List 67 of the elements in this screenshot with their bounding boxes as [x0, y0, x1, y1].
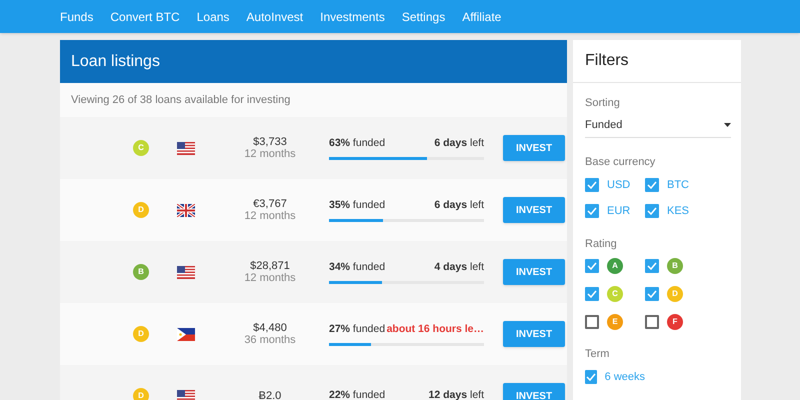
invest-button[interactable]: INVEST — [503, 135, 565, 161]
option-label: 6 weeks — [604, 370, 645, 384]
rating-badge: D — [133, 326, 149, 342]
checkbox[interactable] — [645, 315, 659, 329]
loan-term: 12 months — [244, 272, 296, 284]
checkbox[interactable] — [645, 259, 659, 273]
section-label: Base currency — [585, 155, 656, 170]
option-label: KES — [667, 204, 690, 219]
nav-link[interactable]: Investments — [320, 8, 385, 26]
rating-badge: D — [133, 202, 149, 218]
time-left-text: 6 days left — [434, 136, 484, 151]
nav-link[interactable]: Convert BTC — [110, 8, 180, 26]
nav-link[interactable]: Affiliate — [462, 8, 502, 26]
rating-badge: D — [667, 286, 683, 302]
rating-badge: A — [607, 258, 623, 274]
rating-badge: C — [133, 140, 149, 156]
time-left-text: 6 days left — [434, 198, 484, 213]
funded-text: 35% funded — [329, 198, 386, 213]
loan-term: 12 months — [244, 148, 296, 160]
checkbox[interactable] — [645, 287, 659, 301]
time-left-text: 12 days left — [428, 388, 484, 400]
section-label: Sorting — [585, 96, 621, 111]
rating-badge: E — [607, 314, 623, 330]
checkbox[interactable] — [585, 259, 599, 273]
loan-amount: $3,733 — [253, 136, 287, 148]
sort-dropdown[interactable]: Funded — [585, 116, 731, 138]
section-label: Rating — [585, 236, 618, 252]
time-left-text: 4 days left — [434, 260, 484, 275]
loan-amount: Ƀ2.0 — [258, 390, 282, 400]
section-label: Term — [585, 347, 610, 362]
checkbox[interactable] — [585, 315, 599, 329]
invest-button[interactable]: INVEST — [503, 259, 565, 285]
option-label: EUR — [607, 204, 630, 219]
checkbox[interactable] — [645, 178, 659, 192]
card-title: Loan listings — [60, 40, 567, 83]
time-left-text: about 16 hours le… — [386, 322, 484, 337]
checkbox[interactable] — [585, 370, 597, 384]
loan-amount: $28,871 — [250, 260, 290, 272]
loan-term: 12 months — [244, 210, 296, 222]
rating-badge: C — [607, 286, 623, 302]
checkbox[interactable] — [585, 287, 599, 301]
option-label: USD — [607, 178, 630, 192]
invest-button[interactable]: INVEST — [503, 321, 565, 347]
invest-button[interactable]: INVEST — [503, 197, 565, 223]
nav-link[interactable]: AutoInvest — [246, 8, 304, 26]
checkbox[interactable] — [585, 178, 599, 192]
nav-link[interactable]: Funds — [60, 8, 94, 26]
checkbox[interactable] — [585, 204, 599, 218]
funded-text: 22% funded — [329, 388, 386, 400]
funded-text: 63% funded — [329, 136, 386, 151]
caret-icon — [724, 122, 731, 127]
rating-badge: D — [133, 388, 149, 400]
option-label: BTC — [667, 178, 689, 192]
summary-text: Viewing 26 of 38 loans available for investing — [60, 83, 567, 117]
panel-title: Filters — [573, 40, 741, 83]
funded-text: 34% funded — [329, 260, 386, 275]
rating-badge: F — [667, 314, 683, 330]
nav-link[interactable]: Loans — [196, 8, 230, 26]
loan-amount: $4,480 — [253, 322, 287, 334]
rating-badge: B — [133, 264, 149, 280]
loan-term: 36 months — [244, 334, 296, 346]
rating-badge: B — [667, 258, 683, 274]
loan-amount: €3,767 — [253, 198, 287, 210]
invest-button[interactable]: INVEST — [503, 383, 565, 400]
checkbox[interactable] — [645, 204, 659, 218]
funded-text: 27% funded — [329, 322, 386, 337]
nav-link[interactable]: Settings — [402, 8, 446, 26]
